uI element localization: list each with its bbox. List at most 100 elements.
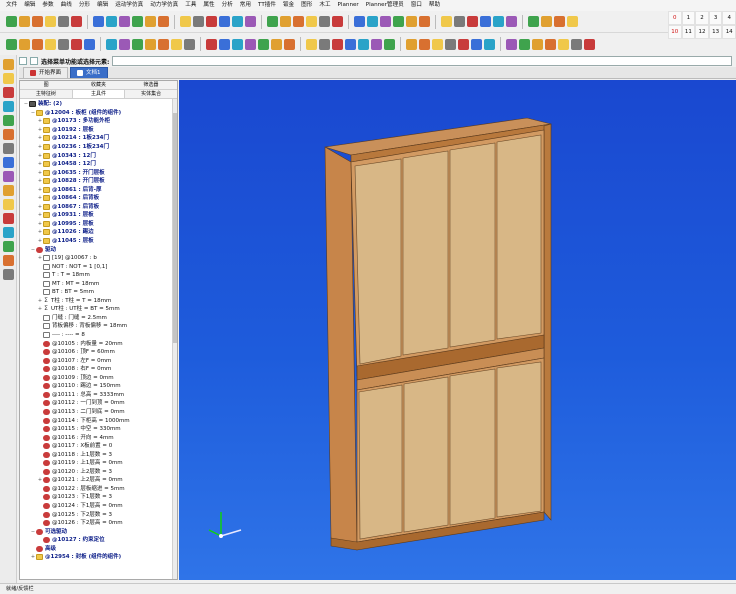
toolbar-secondary-tool-icon-15[interactable]: [219, 38, 230, 50]
tree-node[interactable]: @10125 : 下2层数 = 3: [20, 510, 177, 519]
toolbar-main-tool-icon-37[interactable]: [541, 16, 552, 27]
toolbar-main-tool-icon-8[interactable]: [119, 16, 130, 27]
tree-node[interactable]: @10123 : 下1层数 = 3: [20, 493, 177, 502]
tree-node[interactable]: @10105 : 内板量 = 20mm: [20, 339, 177, 348]
tree-node[interactable]: @10116 : 开向 = 4mm: [20, 433, 177, 442]
left-tool-icon-9[interactable]: [2, 185, 14, 196]
tree-node[interactable]: @10106 : 顶F = 60mm: [20, 348, 177, 357]
toolbar-secondary-tool-icon-25[interactable]: [358, 38, 369, 50]
toolbar-secondary-tool-icon-33[interactable]: [471, 38, 482, 50]
tree-node[interactable]: @10114 : 下柜高 = 1000mm: [20, 416, 177, 425]
tree-node[interactable]: @10108 : 右F = 0mm: [20, 365, 177, 374]
tree-node[interactable]: 高级: [20, 544, 177, 553]
left-tool-icon-13[interactable]: [2, 241, 14, 252]
toolbar-secondary-tool-icon-38[interactable]: [545, 38, 556, 50]
toolbar-main-tool-icon-3[interactable]: [45, 16, 56, 27]
tree-node[interactable]: @10115 : 中空 = 330mm: [20, 425, 177, 434]
numpad-row1-0[interactable]: 0: [668, 11, 682, 25]
menu-item-1[interactable]: 编辑: [24, 0, 35, 11]
toolbar-main-tool-icon-0[interactable]: [6, 16, 17, 27]
toolbar-main-tool-icon-14[interactable]: [206, 16, 217, 27]
toolbar-main-tool-icon-35[interactable]: [506, 16, 517, 27]
menu-item-8[interactable]: 工具: [185, 0, 196, 11]
tree-node[interactable]: + @10635 : 开门层板: [20, 168, 177, 177]
menu-item-2[interactable]: 参数: [42, 0, 53, 11]
toolbar-main-tool-icon-2[interactable]: [32, 16, 43, 27]
toolbar-main-tool-icon-22[interactable]: [319, 16, 330, 27]
tree-node[interactable]: + Σ UT柱 : UT柱 = BT = 5mm: [20, 305, 177, 314]
menu-item-6[interactable]: 运动学仿真: [115, 0, 143, 11]
toolbar-secondary-tool-icon-7[interactable]: [106, 38, 117, 50]
tree-node[interactable]: + @10995 : 层板: [20, 220, 177, 229]
tree-node[interactable]: − 驱动: [20, 245, 177, 254]
tab-main-parts[interactable]: 主具件: [71, 90, 126, 98]
toolbar-secondary-tool-icon-21[interactable]: [306, 38, 317, 50]
menu-item-5[interactable]: 编辑: [97, 0, 108, 11]
menu-item-10[interactable]: 分析: [222, 0, 233, 11]
toolbar-main-tool-icon-30[interactable]: [441, 16, 452, 27]
left-tool-icon-3[interactable]: [2, 101, 14, 112]
toolbar-secondary-tool-icon-31[interactable]: [445, 38, 456, 50]
left-tool-icon-8[interactable]: [2, 171, 14, 182]
toolbar-secondary-tool-icon-10[interactable]: [145, 38, 156, 50]
toolbar-main-tool-icon-24[interactable]: [354, 16, 365, 27]
toolbar-main-tool-icon-15[interactable]: [219, 16, 230, 27]
numpad-row1-2[interactable]: 2: [695, 11, 709, 25]
menu-item-16[interactable]: Planner: [338, 0, 359, 11]
toolbar-main-tool-icon-36[interactable]: [528, 16, 539, 27]
tree-node[interactable]: + @10458 : 12门: [20, 160, 177, 169]
tree-node[interactable]: 门缝 : 门缝 = 2.5mm: [20, 314, 177, 323]
command-input[interactable]: [112, 56, 732, 66]
toolbar-main-tool-icon-10[interactable]: [145, 16, 156, 27]
tree-node[interactable]: @10127 : 约束定位: [20, 536, 177, 545]
tree-scrollbar[interactable]: [172, 99, 177, 579]
toolbar-main-tool-icon-5[interactable]: [71, 16, 82, 27]
toolbar-main-tool-icon-20[interactable]: [293, 16, 304, 27]
numpad-row1-1[interactable]: 1: [681, 11, 696, 25]
3d-viewport[interactable]: [179, 80, 736, 580]
numpad-row1-3[interactable]: 3: [708, 11, 723, 25]
tree-node[interactable]: + [19] @10067 : b: [20, 254, 177, 263]
toolbar-main-tool-icon-4[interactable]: [58, 16, 69, 27]
toolbar-main-tool-icon-33[interactable]: [480, 16, 491, 27]
toolbar-main-tool-icon-26[interactable]: [380, 16, 391, 27]
tree-node[interactable]: ---- : ---- = 8: [20, 331, 177, 340]
toolbar-main-tool-icon-25[interactable]: [367, 16, 378, 27]
toolbar-secondary-tool-icon-37[interactable]: [532, 38, 543, 50]
toolbar-secondary-tool-icon-41[interactable]: [584, 38, 595, 50]
menu-item-11[interactable]: 常用: [240, 0, 251, 11]
tab-filter[interactable]: 筛选器: [125, 81, 177, 89]
toolbar-secondary-tool-icon-22[interactable]: [319, 38, 330, 50]
left-tool-icon-0[interactable]: [2, 59, 14, 70]
toolbar-secondary-tool-icon-8[interactable]: [119, 38, 130, 50]
tree-node[interactable]: + Σ T柱 : T柱 = T = 18mm: [20, 297, 177, 306]
left-tool-icon-6[interactable]: [2, 143, 14, 154]
left-tool-icon-15[interactable]: [2, 269, 14, 280]
tree-node[interactable]: + @11045 : 层板: [20, 237, 177, 246]
toolbar-main-tool-icon-6[interactable]: [93, 16, 104, 27]
toolbar-secondary-tool-icon-13[interactable]: [184, 38, 195, 50]
toolbar-secondary-tool-icon-29[interactable]: [419, 38, 430, 50]
left-tool-icon-5[interactable]: [2, 129, 14, 140]
tree-node[interactable]: @10109 : 顶边 = 0mm: [20, 374, 177, 383]
toolbar-main-tool-icon-32[interactable]: [467, 16, 478, 27]
menu-item-18[interactable]: 窗口: [411, 0, 422, 11]
tree-node[interactable]: @10111 : 总高 = 3333mm: [20, 391, 177, 400]
toolbar-secondary-tool-icon-4[interactable]: [58, 38, 69, 50]
tab-entity-set[interactable]: 实体集合: [125, 90, 177, 98]
menu-item-7[interactable]: 动力学仿真: [150, 0, 178, 11]
toolbar-main-tool-icon-13[interactable]: [193, 16, 204, 27]
tree-node[interactable]: @10113 : 二门到底 = 0mm: [20, 408, 177, 417]
toolbar-main-tool-icon-27[interactable]: [393, 16, 404, 27]
menu-item-9[interactable]: 属性: [203, 0, 214, 11]
toolbar-secondary-tool-icon-17[interactable]: [245, 38, 256, 50]
tree-node[interactable]: + @10867 : 后背板: [20, 203, 177, 212]
tree-node[interactable]: BT : BT = 5mm: [20, 288, 177, 297]
left-tool-icon-2[interactable]: [2, 87, 14, 98]
numpad-row1-4[interactable]: 4: [722, 11, 736, 25]
menu-item-13[interactable]: 钣金: [283, 0, 294, 11]
left-tool-icon-1[interactable]: [2, 73, 14, 84]
tab-main-feature-tree[interactable]: 主特征树: [20, 90, 72, 98]
menu-item-19[interactable]: 帮助: [429, 0, 440, 11]
toolbar-secondary-tool-icon-40[interactable]: [571, 38, 582, 50]
